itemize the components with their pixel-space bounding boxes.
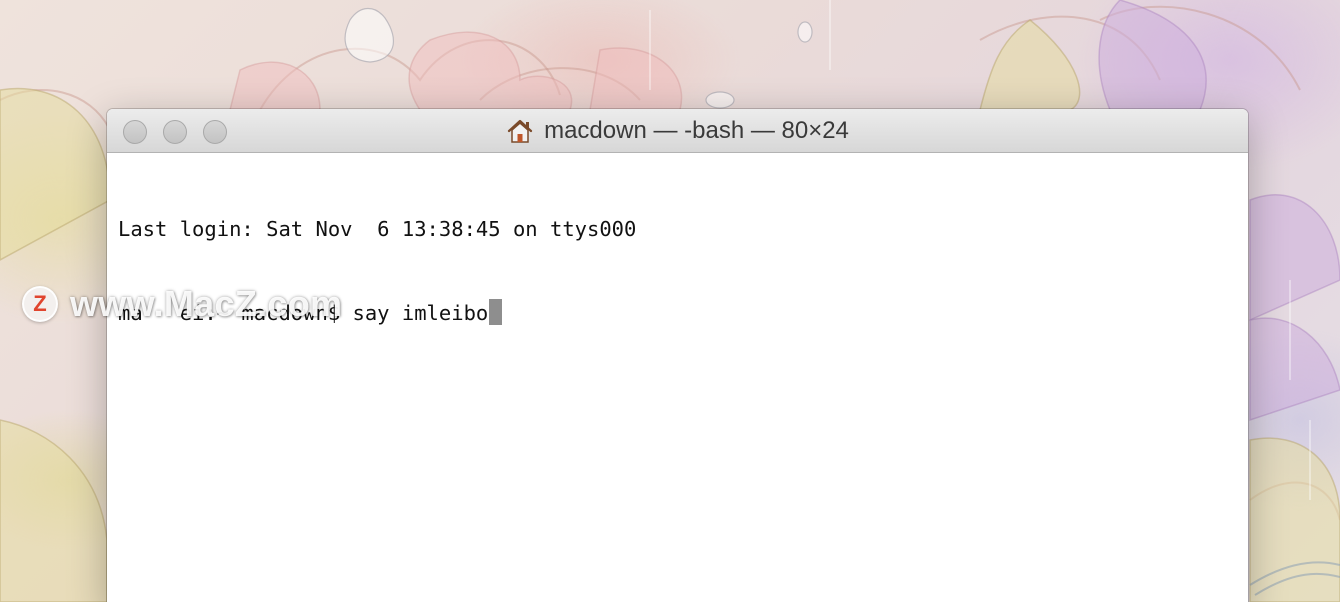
terminal-line-text: Last login: Sat Nov 6 13:38:45 on ttys00…	[118, 217, 637, 241]
title-bar[interactable]: macdown — -bash — 80×24	[107, 109, 1248, 153]
window-title-text: macdown — -bash — 80×24	[544, 117, 849, 144]
watermark-logo: Z	[22, 286, 58, 322]
terminal-window[interactable]: macdown — -bash — 80×24 Last login: Sat …	[107, 109, 1248, 602]
watermark: Z www.MacZ.com	[22, 283, 342, 325]
window-title: macdown — -bash — 80×24	[107, 109, 1248, 153]
watermark-logo-letter: Z	[33, 291, 47, 316]
terminal-content[interactable]: Last login: Sat Nov 6 13:38:45 on ttys00…	[107, 153, 1248, 389]
text-cursor	[489, 299, 503, 325]
terminal-line: Last login: Sat Nov 6 13:38:45 on ttys00…	[118, 215, 1237, 243]
home-icon	[507, 119, 533, 143]
watermark-text: www.MacZ.com	[70, 283, 343, 324]
